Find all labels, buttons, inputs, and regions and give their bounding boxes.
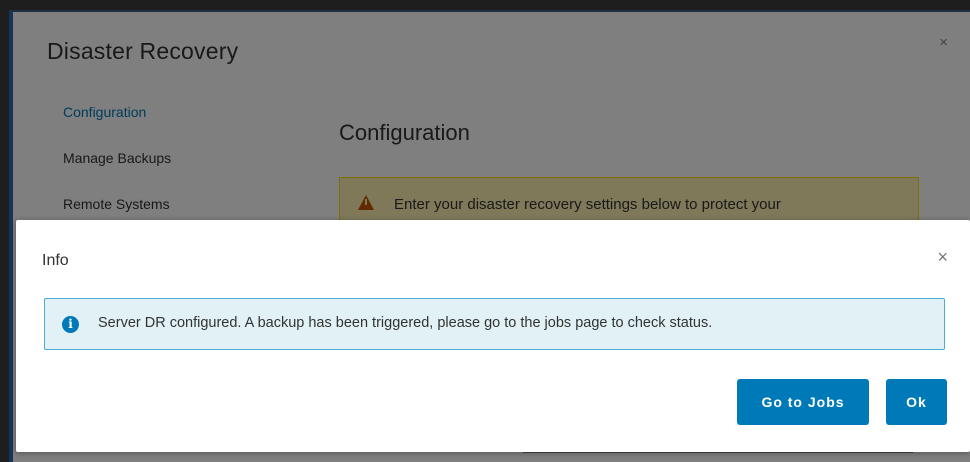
info-alert: i Server DR configured. A backup has bee… (44, 298, 945, 350)
ok-button[interactable]: Ok (886, 379, 947, 425)
info-icon: i (62, 316, 79, 333)
app-stage: Disaster Recovery × Configuration Manage… (0, 0, 970, 462)
info-modal-title: Info (42, 252, 69, 269)
info-alert-text: Server DR configured. A backup has been … (98, 315, 713, 331)
info-modal: Info × i Server DR configured. A backup … (16, 220, 970, 452)
go-to-jobs-button[interactable]: Go to Jobs (737, 379, 869, 425)
info-modal-close-icon[interactable]: × (937, 248, 948, 266)
